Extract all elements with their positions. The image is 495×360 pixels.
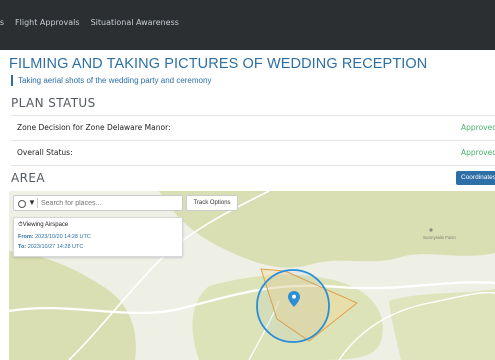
airspace-to: To: 2023/10/27 14:28 UTC [18, 244, 83, 250]
airspace-card-title-text: Viewing Airspace [22, 222, 69, 228]
filter-icon[interactable]: ▼ [28, 198, 36, 207]
status-value: Approved [461, 123, 495, 132]
airspace-card-title: ⏱Viewing Airspace [18, 222, 68, 229]
map-place-label: Sunnyside Farm [423, 235, 456, 240]
nav-items: vals Flight Approvals Situational Awaren… [0, 18, 179, 27]
poi-dot [429, 228, 433, 232]
to-value: 2023/10/27 14:28 UTC [27, 244, 84, 250]
nav-link-situational-awareness[interactable]: Situational Awareness [91, 18, 179, 27]
nav-link-flight-approvals[interactable]: Flight Approvals [15, 18, 80, 27]
map-search-bar: ▼ [13, 195, 183, 211]
circle-draw-icon[interactable] [18, 200, 26, 208]
plan-description: Taking aerial shots of the wedding party… [11, 75, 211, 86]
page-title: FILMING AND TAKING PICTURES OF WEDDING R… [9, 56, 428, 72]
track-options-button[interactable]: Track Options [186, 195, 238, 211]
plan-status-table: Zone Decision for Zone Delaware Manor: A… [11, 115, 495, 166]
airspace-from: From: 2023/10/20 14:28 UTC [18, 234, 91, 240]
status-row-zone-decision: Zone Decision for Zone Delaware Manor: A… [11, 115, 495, 140]
status-label: Zone Decision for Zone Delaware Manor: [17, 123, 171, 132]
to-label: To: [18, 244, 27, 250]
status-value: Approved [461, 148, 495, 157]
airspace-info-card: ⏱Viewing Airspace From: 2023/10/20 14:28… [13, 217, 183, 257]
search-input[interactable] [41, 197, 179, 209]
flight-radius-circle[interactable] [256, 269, 330, 343]
nav-link-approvals[interactable]: vals [0, 18, 4, 27]
area-heading: AREA [11, 171, 45, 185]
plan-status-heading: PLAN STATUS [11, 96, 96, 110]
status-row-overall: Overall Status: Approved [11, 140, 495, 166]
status-label: Overall Status: [17, 148, 73, 157]
divider [37, 198, 38, 208]
from-label: From: [18, 234, 34, 240]
coordinates-button[interactable]: Coordinates [456, 171, 495, 185]
top-navigation-bar: vals Flight Approvals Situational Awaren… [0, 0, 495, 50]
from-value: 2023/10/20 14:28 UTC [35, 234, 91, 240]
